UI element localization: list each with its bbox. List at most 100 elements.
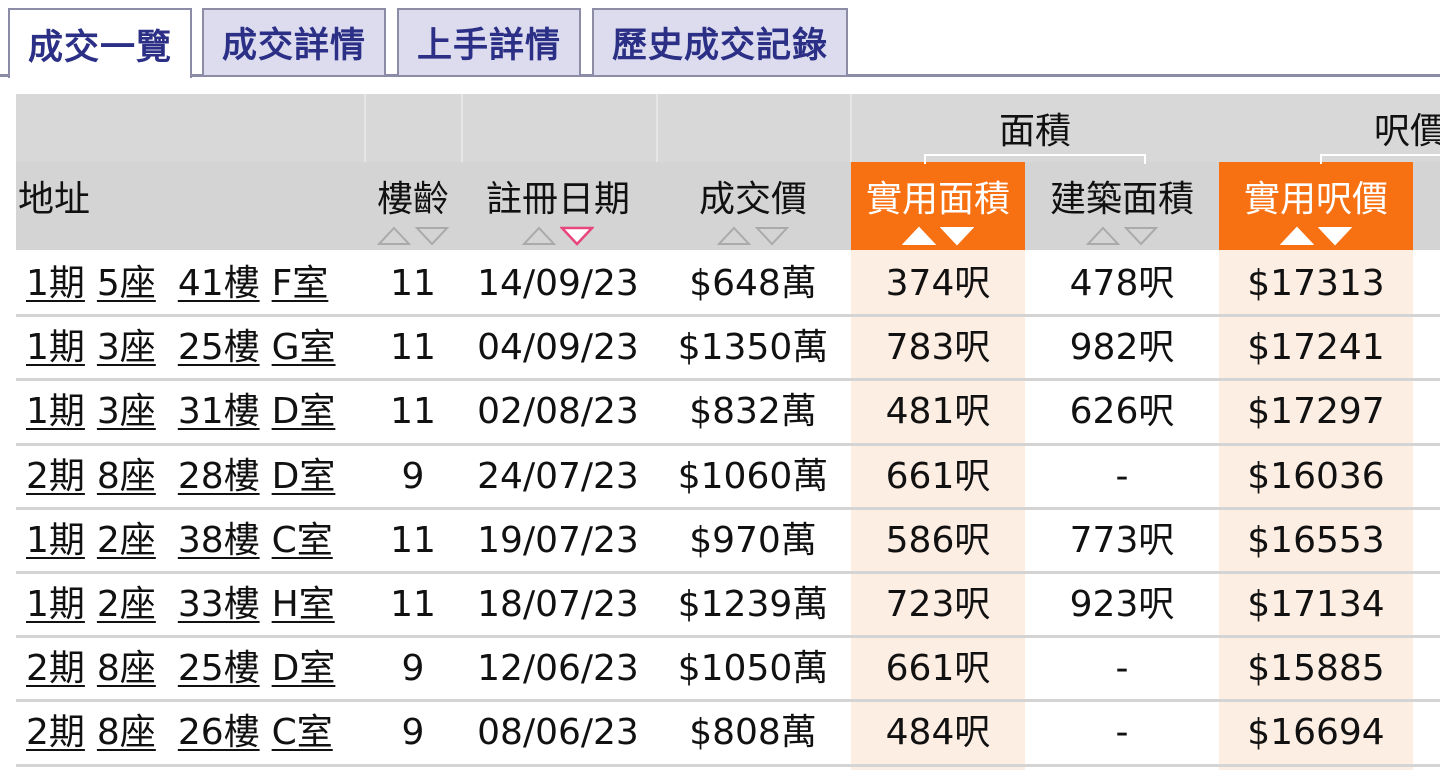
saleable-price-cell: $17313 bbox=[1247, 263, 1385, 304]
age-cell: 9 bbox=[401, 712, 425, 754]
address-cell: 1期 3座 31樓 D室 bbox=[26, 380, 335, 444]
sort-up-icon[interactable] bbox=[902, 226, 936, 246]
sort-price[interactable] bbox=[717, 226, 789, 248]
tab-transaction-details[interactable]: 成交詳情 bbox=[202, 8, 386, 75]
tab-bar: 成交一覽 成交詳情 上手詳情 歷史成交記錄 bbox=[0, 0, 1440, 78]
sort-up-icon[interactable] bbox=[377, 226, 411, 246]
sort-gross-area[interactable] bbox=[1086, 226, 1158, 248]
col-header-price[interactable]: 成交價 bbox=[699, 170, 807, 222]
table-row: 2期 8座 25樓 D室 9 12/06/23 $1050萬 661呎 - $15885 bbox=[16, 637, 1440, 701]
phase-link[interactable]: 1期 bbox=[26, 391, 85, 432]
saleable-price-cell: $16694 bbox=[1247, 712, 1385, 754]
group-header-price-per-ft: 呎價 bbox=[1374, 111, 1440, 152]
price-cell: $832萬 bbox=[689, 391, 817, 433]
col-header-age[interactable]: 樓齡 bbox=[377, 170, 449, 222]
sort-reg-date[interactable] bbox=[522, 226, 594, 248]
address-cell: 1期 3座 25樓 G室 bbox=[26, 316, 336, 380]
gross-area-cell: - bbox=[1115, 648, 1129, 690]
price-cell: $1350萬 bbox=[677, 327, 829, 369]
block-link[interactable]: 3座 bbox=[97, 327, 156, 368]
unit-link[interactable]: F室 bbox=[272, 263, 329, 304]
sort-down-active-icon[interactable] bbox=[560, 226, 594, 246]
sort-up-icon[interactable] bbox=[717, 226, 751, 246]
block-link[interactable]: 8座 bbox=[97, 648, 156, 689]
age-cell: 11 bbox=[390, 391, 436, 433]
col-header-address: 地址 bbox=[18, 179, 91, 220]
block-link[interactable]: 5座 bbox=[97, 263, 156, 304]
floor-link[interactable]: 28樓 bbox=[178, 456, 260, 497]
unit-link[interactable]: D室 bbox=[272, 391, 336, 432]
table-row: 2期 8座 26樓 C室 9 08/06/23 $808萬 484呎 - $16694 bbox=[16, 701, 1440, 765]
unit-link[interactable]: G室 bbox=[272, 327, 336, 368]
phase-link[interactable]: 1期 bbox=[26, 520, 85, 561]
phase-link[interactable]: 2期 bbox=[26, 648, 85, 689]
phase-link[interactable]: 2期 bbox=[26, 456, 85, 497]
gross-area-cell: - bbox=[1115, 455, 1129, 497]
table-row: 2期 8座 28樓 D室 9 24/07/23 $1060萬 661呎 - $16036 bbox=[16, 445, 1440, 509]
col-header-saleable-price[interactable]: 實用呎價 bbox=[1244, 170, 1388, 222]
unit-link[interactable]: D室 bbox=[272, 456, 336, 497]
floor-link[interactable]: 25樓 bbox=[178, 327, 260, 368]
address-cell: 1期 2座 38樓 C室 bbox=[26, 509, 333, 573]
price-cell: $1050萬 bbox=[677, 648, 829, 690]
unit-link[interactable]: C室 bbox=[272, 712, 333, 753]
floor-link[interactable]: 26樓 bbox=[178, 712, 260, 753]
phase-link[interactable]: 1期 bbox=[26, 263, 85, 304]
price-cell: $1239萬 bbox=[677, 584, 829, 625]
reg-date-cell: 02/08/23 bbox=[477, 391, 639, 433]
floor-link[interactable]: 33樓 bbox=[178, 584, 260, 625]
block-link[interactable]: 3座 bbox=[97, 391, 156, 432]
group-header-area: 面積 bbox=[998, 111, 1072, 152]
sort-down-icon[interactable] bbox=[1318, 226, 1352, 246]
saleable-area-cell: 374呎 bbox=[885, 263, 991, 304]
reg-date-cell: 04/09/23 bbox=[477, 327, 639, 369]
sort-down-icon[interactable] bbox=[755, 226, 789, 246]
address-cell: 1期 2座 33樓 H室 bbox=[26, 573, 335, 637]
sort-down-icon[interactable] bbox=[415, 226, 449, 246]
sort-up-icon[interactable] bbox=[1086, 226, 1120, 246]
block-link[interactable]: 8座 bbox=[97, 712, 156, 753]
age-cell: 9 bbox=[401, 648, 425, 690]
address-cell: 2期 8座 25樓 D室 bbox=[26, 637, 335, 701]
age-cell: 11 bbox=[390, 263, 436, 304]
tab-history-records[interactable]: 歷史成交記錄 bbox=[592, 8, 848, 75]
col-header-saleable-area[interactable]: 實用面積 bbox=[866, 170, 1010, 222]
block-link[interactable]: 2座 bbox=[97, 520, 156, 561]
sort-saleable-area[interactable] bbox=[902, 226, 974, 248]
tab-previous-owner-details[interactable]: 上手詳情 bbox=[397, 8, 581, 75]
block-link[interactable]: 2座 bbox=[97, 584, 156, 625]
floor-link[interactable]: 41樓 bbox=[178, 263, 260, 304]
saleable-area-cell: 661呎 bbox=[885, 648, 991, 690]
price-cell: $970萬 bbox=[689, 519, 817, 561]
phase-link[interactable]: 1期 bbox=[26, 584, 85, 625]
unit-link[interactable]: D室 bbox=[272, 648, 336, 689]
sort-up-icon[interactable] bbox=[1280, 226, 1314, 246]
saleable-price-cell: $16553 bbox=[1247, 519, 1385, 561]
phase-link[interactable]: 2期 bbox=[26, 712, 85, 753]
sort-down-icon[interactable] bbox=[1124, 226, 1158, 246]
price-cell: $1060萬 bbox=[677, 455, 829, 497]
col-header-gross-area[interactable]: 建築面積 bbox=[1050, 170, 1194, 222]
saleable-area-cell: 661呎 bbox=[885, 455, 991, 497]
floor-link[interactable]: 25樓 bbox=[178, 648, 260, 689]
col-header-reg-date[interactable]: 註冊日期 bbox=[486, 170, 630, 222]
saleable-price-cell: $16036 bbox=[1247, 455, 1385, 497]
floor-link[interactable]: 31樓 bbox=[178, 391, 260, 432]
sort-age[interactable] bbox=[377, 226, 449, 248]
unit-link[interactable]: H室 bbox=[272, 584, 335, 625]
unit-link[interactable]: C室 bbox=[272, 520, 333, 561]
phase-link[interactable]: 1期 bbox=[26, 327, 85, 368]
sort-up-icon[interactable] bbox=[522, 226, 556, 246]
age-cell: 9 bbox=[401, 455, 425, 497]
saleable-price-cell: $15885 bbox=[1247, 648, 1385, 690]
sort-saleable-price[interactable] bbox=[1280, 226, 1352, 248]
reg-date-cell: 08/06/23 bbox=[477, 712, 639, 754]
gross-area-cell: 478呎 bbox=[1069, 263, 1175, 304]
address-cell: 2期 8座 28樓 D室 bbox=[26, 445, 335, 509]
block-link[interactable]: 8座 bbox=[97, 456, 156, 497]
gross-area-cell: 982呎 bbox=[1069, 327, 1175, 369]
saleable-price-cell: $17134 bbox=[1247, 584, 1385, 625]
tab-transactions-overview[interactable]: 成交一覽 bbox=[8, 8, 192, 78]
sort-down-icon[interactable] bbox=[940, 226, 974, 246]
floor-link[interactable]: 38樓 bbox=[178, 520, 260, 561]
